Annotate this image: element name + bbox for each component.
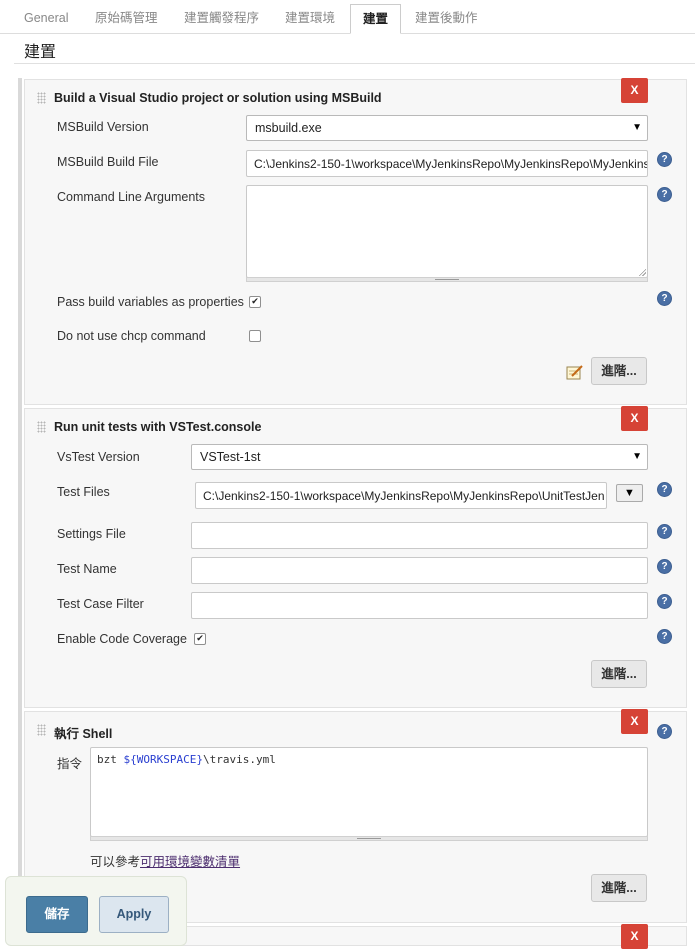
msbuild-build-file-label: MSBuild Build File	[57, 155, 159, 169]
help-icon[interactable]: ?	[657, 152, 672, 167]
pass-build-variables-label: Pass build variables as properties	[57, 295, 244, 309]
test-name-input[interactable]	[191, 557, 648, 584]
help-icon[interactable]: ?	[657, 482, 672, 497]
drag-handle-icon[interactable]	[37, 92, 46, 104]
help-icon[interactable]: ?	[657, 594, 672, 609]
drag-handle-icon[interactable]	[37, 421, 46, 433]
help-icon[interactable]: ?	[657, 524, 672, 539]
tab-build-environment[interactable]: 建置環境	[273, 6, 347, 32]
vstest-advanced-button[interactable]: 進階...	[591, 660, 647, 688]
tab-source-code-management[interactable]: 原始碼管理	[83, 6, 170, 32]
msbuild-build-file-input[interactable]: C:\Jenkins2-150-1\workspace\MyJenkinsRep…	[246, 150, 648, 177]
command-suffix: \travis.yml	[202, 753, 276, 766]
expand-test-files-button[interactable]: ▼	[616, 484, 643, 502]
chevron-down-icon: ▼	[632, 451, 642, 462]
resize-grip-icon[interactable]	[638, 268, 646, 276]
command-line-arguments-label: Command Line Arguments	[57, 190, 205, 204]
env-vars-note: 可以參考可用環境變數清單	[90, 851, 240, 870]
tab-general[interactable]: General	[12, 6, 80, 32]
vstest-step-title: Run unit tests with VSTest.console	[54, 420, 262, 434]
enable-code-coverage-label: Enable Code Coverage	[57, 632, 187, 646]
command-prefix: bzt	[97, 753, 124, 766]
shell-command-textarea[interactable]: bzt ${WORKSPACE}\travis.yml	[90, 747, 648, 837]
page-title: 建置	[24, 44, 57, 61]
chevron-down-icon: ▼	[632, 122, 642, 133]
test-case-filter-input[interactable]	[191, 592, 648, 619]
test-files-input[interactable]: C:\Jenkins2-150-1\workspace\MyJenkinsRep…	[195, 482, 607, 509]
no-chcp-checkbox[interactable]	[249, 330, 261, 342]
shell-step-title: 執行 Shell	[54, 727, 113, 741]
msbuild-build-step: Build a Visual Studio project or solutio…	[24, 78, 687, 405]
drag-handle-icon[interactable]	[37, 724, 46, 736]
msbuild-version-select[interactable]: msbuild.exe ▼	[246, 115, 648, 141]
vstest-version-select[interactable]: VSTest-1st ▼	[191, 444, 648, 470]
no-chcp-label: Do not use chcp command	[57, 329, 206, 343]
shell-command-text: bzt ${WORKSPACE}\travis.yml	[97, 753, 276, 766]
msbuild-advanced-button[interactable]: 進階...	[591, 357, 647, 385]
help-icon[interactable]: ?	[657, 724, 672, 739]
pass-build-variables-checkbox[interactable]: ✔	[249, 296, 261, 308]
command-label: 指令	[57, 757, 83, 771]
msbuild-step-title: Build a Visual Studio project or solutio…	[54, 91, 382, 105]
tab-build-triggers[interactable]: 建置觸發程序	[172, 6, 271, 32]
delete-msbuild-step-button[interactable]: X	[621, 78, 648, 103]
env-vars-link[interactable]: 可用環境變數清單	[140, 855, 240, 869]
save-button[interactable]: 儲存	[26, 896, 88, 933]
vstest-version-label: VsTest Version	[57, 450, 140, 464]
textarea-resize-bar[interactable]	[90, 836, 648, 841]
tab-post-build-actions[interactable]: 建置後動作	[403, 6, 490, 32]
delete-shell-step-button[interactable]: X	[621, 709, 648, 734]
help-icon[interactable]: ?	[657, 559, 672, 574]
test-files-label: Test Files	[57, 485, 110, 499]
save-apply-bar: 儲存 Apply	[5, 876, 187, 946]
apply-button[interactable]: Apply	[99, 896, 169, 933]
help-icon[interactable]: ?	[657, 629, 672, 644]
test-name-label: Test Name	[57, 562, 117, 576]
config-tabs: General 原始碼管理 建置觸發程序 建置環境 建置 建置後動作	[0, 0, 695, 34]
msbuild-version-value: msbuild.exe	[255, 121, 322, 135]
test-case-filter-label: Test Case Filter	[57, 597, 144, 611]
msbuild-version-label: MSBuild Version	[57, 120, 149, 134]
enable-code-coverage-checkbox[interactable]: ✔	[194, 633, 206, 645]
delete-next-step-button[interactable]: X	[621, 924, 648, 949]
settings-file-input[interactable]	[191, 522, 648, 549]
tab-build[interactable]: 建置	[350, 4, 402, 34]
settings-file-label: Settings File	[57, 527, 126, 541]
shell-advanced-button[interactable]: 進階...	[591, 874, 647, 902]
command-variable: ${WORKSPACE}	[123, 753, 203, 766]
textarea-resize-bar[interactable]	[246, 277, 648, 282]
delete-vstest-step-button[interactable]: X	[621, 406, 648, 431]
divider	[14, 63, 695, 64]
vstest-version-value: VSTest-1st	[200, 450, 261, 464]
command-line-arguments-textarea[interactable]	[246, 185, 648, 278]
help-icon[interactable]: ?	[657, 291, 672, 306]
vstest-build-step: Run unit tests with VSTest.console X VsT…	[24, 406, 687, 708]
section-gutter	[18, 78, 22, 939]
help-icon[interactable]: ?	[657, 187, 672, 202]
notepad-icon[interactable]	[566, 364, 584, 380]
env-vars-note-prefix: 可以參考	[90, 855, 141, 869]
